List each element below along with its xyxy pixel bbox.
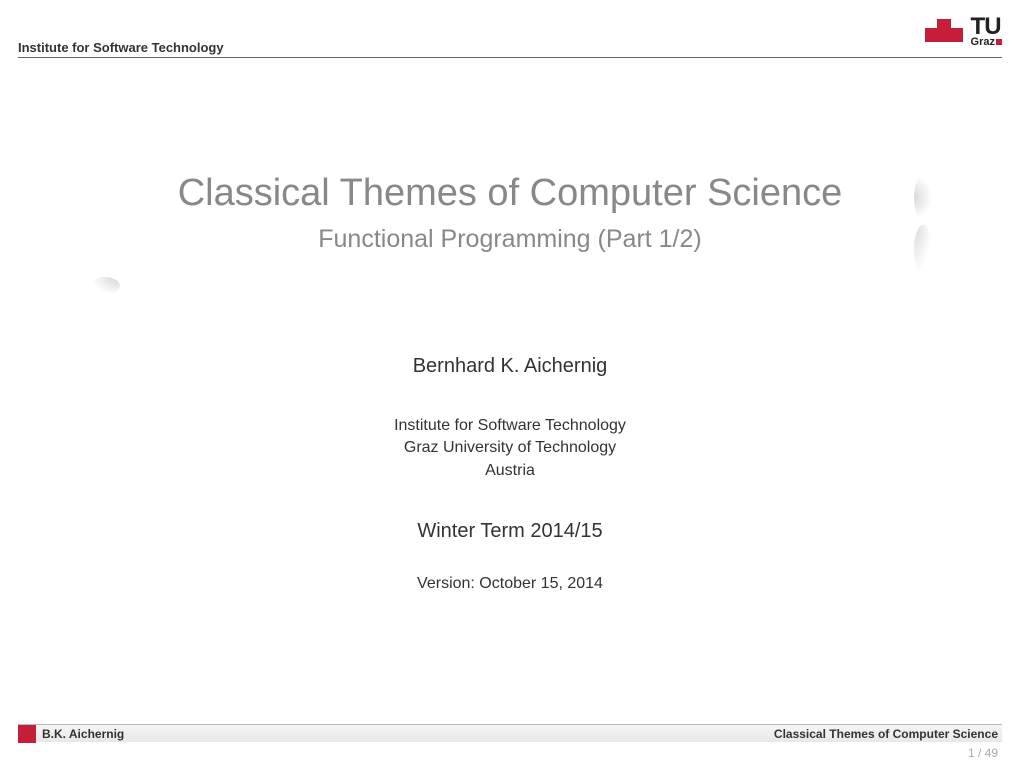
title-block: Classical Themes of Computer Science Fun… — [110, 172, 910, 254]
tu-graz-logo: TU Graz — [915, 14, 1002, 48]
logo-graz-text: Graz — [971, 37, 1002, 48]
author-name: Bernhard K. Aichernig — [0, 355, 1020, 378]
subtitle: Functional Programming (Part 1/2) — [110, 225, 910, 254]
logo-icon — [915, 14, 965, 48]
footer-left: B.K. Aichernig — [18, 725, 124, 743]
affiliation-line-2: Graz University of Technology — [0, 437, 1020, 459]
slide-header: Institute for Software Technology TU Gra… — [18, 38, 1002, 58]
page-number: 1 / 49 — [968, 746, 998, 760]
institute-name: Institute for Software Technology — [18, 40, 224, 55]
footer-accent-icon — [18, 725, 36, 743]
footer-title: Classical Themes of Computer Science — [774, 727, 998, 741]
slide-footer: B.K. Aichernig Classical Themes of Compu… — [18, 724, 1002, 742]
affiliation-block: Institute for Software Technology Graz U… — [0, 415, 1020, 482]
affiliation-line-3: Austria — [0, 460, 1020, 482]
affiliation-line-1: Institute for Software Technology — [0, 415, 1020, 437]
main-title: Classical Themes of Computer Science — [110, 172, 910, 215]
term-label: Winter Term 2014/15 — [0, 520, 1020, 543]
footer-author: B.K. Aichernig — [42, 727, 124, 741]
version-label: Version: October 15, 2014 — [0, 575, 1020, 593]
title-shadow-decoration — [110, 275, 910, 295]
logo-text: TU Graz — [971, 15, 1002, 48]
